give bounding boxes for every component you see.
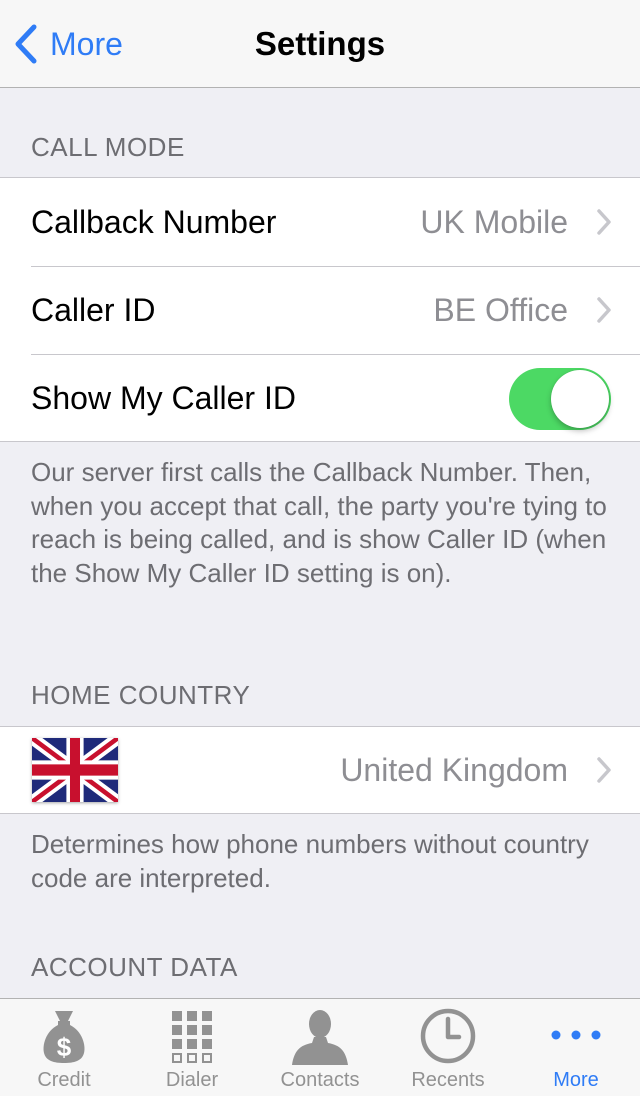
tab-contacts[interactable]: Contacts (256, 999, 384, 1096)
caller-id-row[interactable]: Caller ID BE Office (0, 266, 640, 354)
home-country-row[interactable]: United Kingdom (0, 727, 640, 813)
call-mode-group: Callback Number UK Mobile Caller ID BE O… (0, 177, 640, 442)
person-icon (292, 1010, 348, 1065)
tab-credit[interactable]: $ Credit (0, 999, 128, 1096)
tab-dialer-label: Dialer (165, 1069, 219, 1091)
navigation-bar: More Settings (0, 0, 640, 88)
home-country-value: United Kingdom (340, 751, 568, 788)
tab-bar: $ Credit Dialer Contacts Recents More (0, 998, 640, 1096)
callback-number-label: Callback Number (31, 203, 277, 240)
show-caller-id-label: Show My Caller ID (31, 379, 296, 416)
home-country-group: United Kingdom (0, 726, 640, 814)
show-caller-id-toggle[interactable] (509, 368, 611, 430)
chevron-right-icon (597, 757, 611, 783)
tab-recents[interactable]: Recents (384, 999, 512, 1096)
tab-recents-label: Recents (411, 1069, 485, 1091)
section-header-call-mode: CALL MODE (31, 132, 185, 162)
chevron-right-icon (597, 297, 611, 323)
tab-dialer[interactable]: Dialer (128, 999, 256, 1096)
tab-contacts-label: Contacts (280, 1069, 360, 1091)
show-caller-id-row: Show My Caller ID (0, 354, 640, 442)
home-country-footer: Determines how phone numbers without cou… (31, 829, 589, 893)
uk-flag-icon (32, 738, 118, 802)
more-dots-icon (551, 1030, 601, 1040)
chevron-right-icon (597, 209, 611, 235)
callback-number-value: UK Mobile (420, 203, 568, 240)
call-mode-footer: Our server first calls the Callback Numb… (31, 457, 607, 588)
keypad-icon (172, 1011, 212, 1063)
money-bag-icon: $ (43, 1011, 85, 1063)
tab-more-label: More (553, 1069, 599, 1091)
svg-text:$: $ (57, 1032, 72, 1062)
caller-id-value: BE Office (433, 291, 568, 328)
caller-id-label: Caller ID (31, 291, 156, 328)
toggle-knob (551, 370, 609, 428)
tab-credit-label: Credit (37, 1069, 91, 1091)
clock-icon (420, 1008, 476, 1064)
tab-more[interactable]: More (512, 999, 640, 1096)
callback-number-row[interactable]: Callback Number UK Mobile (0, 178, 640, 266)
page-title: Settings (254, 25, 386, 62)
section-header-home-country: HOME COUNTRY (31, 680, 251, 710)
section-header-account-data: ACCOUNT DATA (31, 952, 238, 982)
